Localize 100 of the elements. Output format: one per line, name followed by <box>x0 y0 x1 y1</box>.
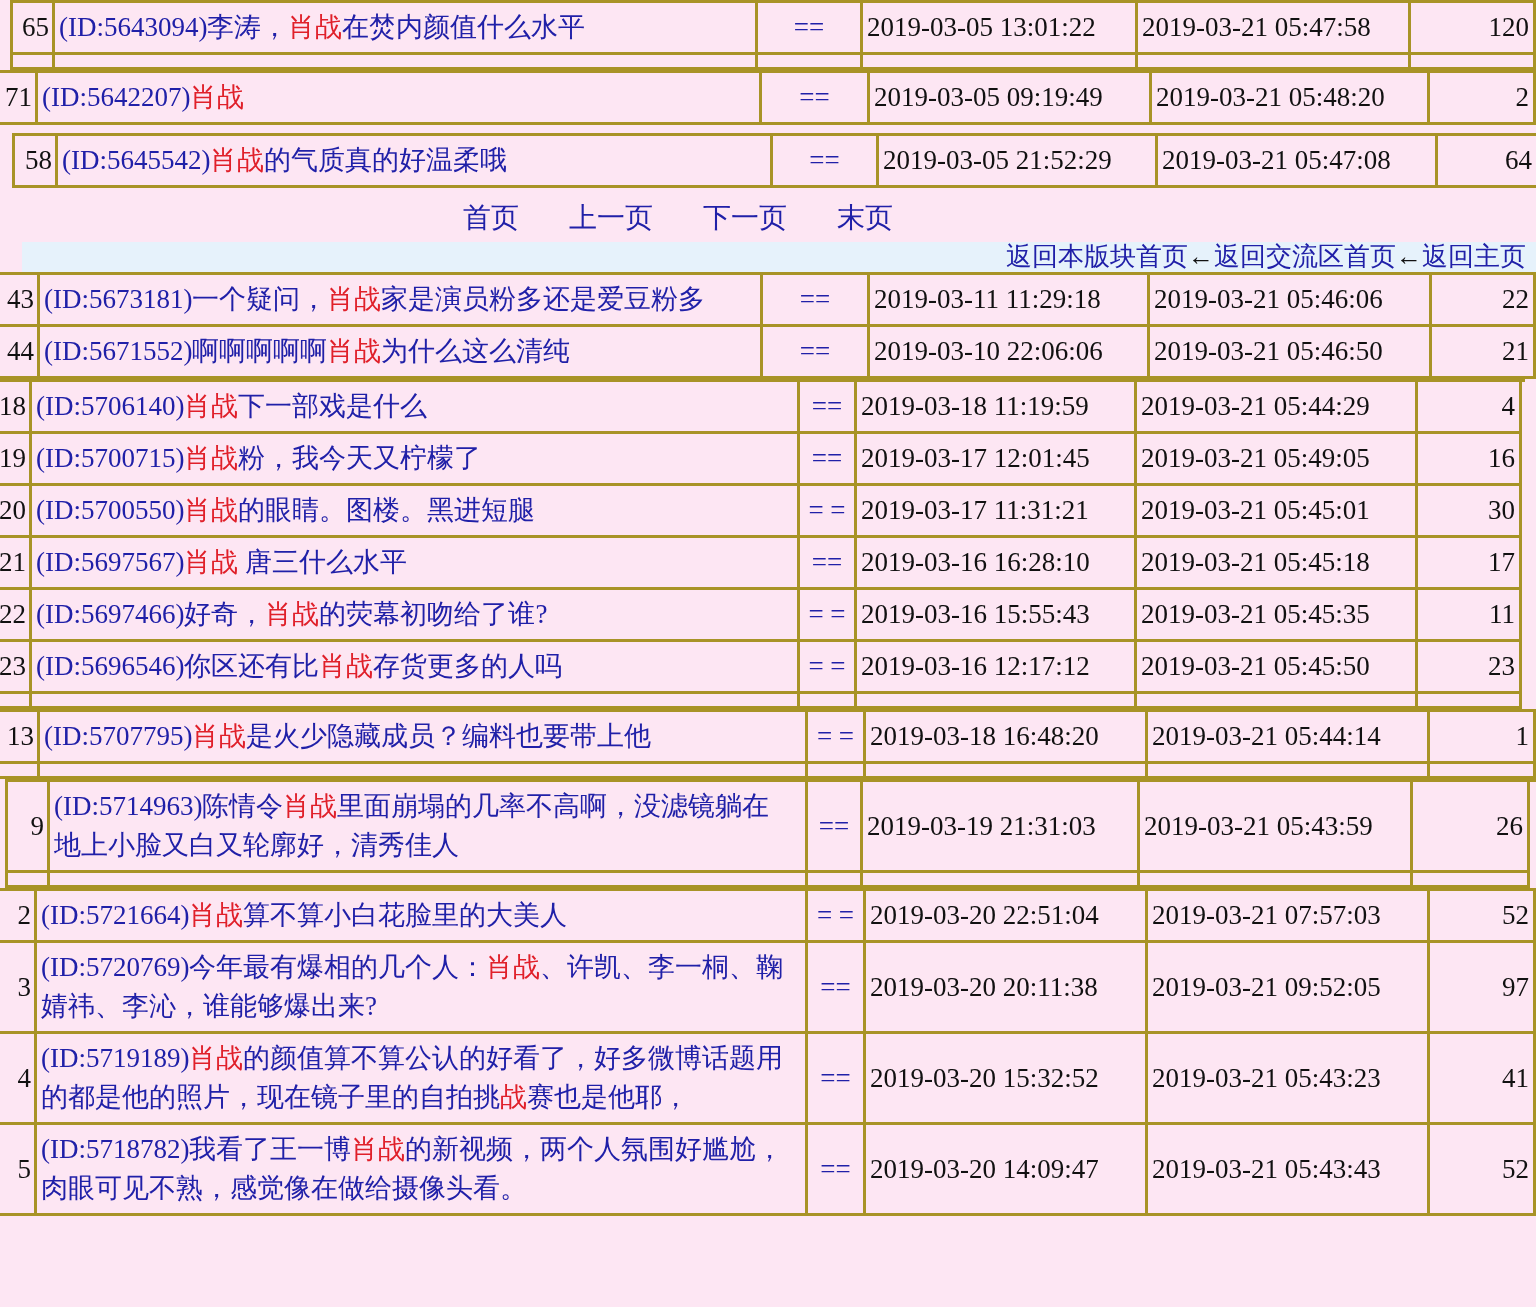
row-number: 43 <box>0 275 40 327</box>
arrow-separator: ← <box>1396 242 1422 272</box>
status-mark: == <box>758 3 863 55</box>
status-mark: == <box>763 275 870 327</box>
reply-time: 2019-03-21 05:47:58 <box>1138 3 1411 55</box>
row-number: 22 <box>0 590 32 642</box>
row-number: 20 <box>0 486 32 538</box>
reply-time: 2019-03-21 07:57:03 <box>1148 891 1430 943</box>
reply-time: 2019-03-21 05:43:23 <box>1148 1034 1430 1125</box>
post-time: 2019-03-20 15:32:52 <box>866 1034 1148 1125</box>
post-time: 2019-03-20 20:11:38 <box>866 943 1148 1034</box>
row-number: 19 <box>0 434 32 486</box>
topic-title-link[interactable]: (ID:5720769)今年最有爆相的几个人：肖战、许凯、李一桐、鞠婧祎、李沁，谁能够爆出来? <box>37 943 808 1034</box>
return-link[interactable]: 返回主页 <box>1422 242 1526 272</box>
row-number: 21 <box>0 538 32 590</box>
topic-title-link[interactable]: (ID:5719189)肖战的颜值算不算公认的好看了，好多微博话题用的都是他的照片，现在镜子里的自拍挑战赛也是他耶， <box>37 1034 808 1125</box>
status-mark: == <box>808 1034 866 1125</box>
status-mark: == <box>800 434 857 486</box>
status-mark: = = <box>808 891 866 943</box>
topic-title-link[interactable]: (ID:5714963)陈情令肖战里面崩塌的几率不高啊，没滤镜躺在地上小脸又白又轮廓好，清秀佳人 <box>50 782 808 873</box>
status-mark: == <box>808 943 866 1034</box>
topic-title-link[interactable]: (ID:5696546)你区还有比肖战存货更多的人吗 <box>32 642 800 694</box>
reply-count: 41 <box>1430 1034 1536 1125</box>
topic-title-link[interactable]: (ID:5700550)肖战的眼睛。图楼。黑进短腿 <box>32 486 800 538</box>
status-mark: = = <box>800 590 857 642</box>
reply-count: 64 <box>1438 136 1536 188</box>
row-number: 5 <box>0 1125 37 1216</box>
pagination-link[interactable]: 首页 <box>463 200 519 236</box>
status-mark: == <box>800 382 857 434</box>
reply-count: 23 <box>1418 642 1522 694</box>
reply-count: 4 <box>1418 382 1522 434</box>
topic-title-link[interactable]: (ID:5707795)肖战是火少隐藏成员？编料也要带上他 <box>40 712 808 764</box>
status-mark: = = <box>800 642 857 694</box>
reply-time: 2019-03-21 05:47:08 <box>1158 136 1438 188</box>
reply-time: 2019-03-21 05:45:50 <box>1137 642 1418 694</box>
post-time: 2019-03-05 09:19:49 <box>870 73 1152 125</box>
post-time: 2019-03-19 21:31:03 <box>863 782 1140 873</box>
topic-title-link[interactable]: (ID:5697567)肖战 唐三什么水平 <box>32 538 800 590</box>
topic-title-link[interactable]: (ID:5645542)肖战的气质真的好温柔哦 <box>58 136 773 188</box>
reply-time: 2019-03-21 05:45:18 <box>1137 538 1418 590</box>
topic-title-link[interactable]: (ID:5697466)好奇，肖战的荧幕初吻给了谁? <box>32 590 800 642</box>
reply-time: 2019-03-21 05:44:29 <box>1137 382 1418 434</box>
reply-time: 2019-03-21 05:43:43 <box>1148 1125 1430 1216</box>
post-time: 2019-03-17 11:31:21 <box>857 486 1137 538</box>
topic-title-link[interactable]: (ID:5706140)肖战下一部戏是什么 <box>32 382 800 434</box>
status-mark: == <box>773 136 879 188</box>
row-number: 4 <box>0 1034 37 1125</box>
post-time: 2019-03-16 12:17:12 <box>857 642 1137 694</box>
reply-time: 2019-03-21 05:49:05 <box>1137 434 1418 486</box>
post-time: 2019-03-18 16:48:20 <box>866 712 1148 764</box>
reply-time: 2019-03-21 05:45:01 <box>1137 486 1418 538</box>
reply-count: 2 <box>1430 73 1536 125</box>
post-time: 2019-03-16 16:28:10 <box>857 538 1137 590</box>
post-time: 2019-03-05 21:52:29 <box>879 136 1158 188</box>
reply-time: 2019-03-21 05:45:35 <box>1137 590 1418 642</box>
topic-title-link[interactable]: (ID:5700715)肖战粉，我今天又柠檬了 <box>32 434 800 486</box>
reply-count: 16 <box>1418 434 1522 486</box>
reply-count: 52 <box>1430 1125 1536 1216</box>
status-mark: == <box>808 782 863 873</box>
reply-count: 52 <box>1430 891 1536 943</box>
topic-title-link[interactable]: (ID:5642207)肖战 <box>38 73 762 125</box>
status-mark: = = <box>800 486 857 538</box>
reply-time: 2019-03-21 09:52:05 <box>1148 943 1430 1034</box>
post-time: 2019-03-20 14:09:47 <box>866 1125 1148 1216</box>
arrow-separator: ← <box>1188 242 1214 272</box>
row-number: 18 <box>0 382 32 434</box>
post-time: 2019-03-20 22:51:04 <box>866 891 1148 943</box>
post-time: 2019-03-05 13:01:22 <box>863 3 1138 55</box>
pagination-link[interactable]: 上一页 <box>569 200 653 236</box>
reply-count: 97 <box>1430 943 1536 1034</box>
reply-count: 30 <box>1418 486 1522 538</box>
row-number: 2 <box>0 891 37 943</box>
reply-count: 26 <box>1413 782 1530 873</box>
topic-title-link[interactable]: (ID:5721664)肖战算不算小白花脸里的大美人 <box>37 891 808 943</box>
reply-time: 2019-03-21 05:48:20 <box>1152 73 1430 125</box>
status-mark: == <box>762 73 870 125</box>
row-number: 23 <box>0 642 32 694</box>
reply-time: 2019-03-21 05:46:06 <box>1150 275 1432 327</box>
post-time: 2019-03-17 12:01:45 <box>857 434 1137 486</box>
reply-count: 120 <box>1411 3 1536 55</box>
reply-count: 1 <box>1430 712 1536 764</box>
row-number: 9 <box>8 782 50 873</box>
topic-title-link[interactable]: (ID:5643094)李涛，肖战在焚内颜值什么水平 <box>55 3 758 55</box>
row-number: 58 <box>15 136 58 188</box>
row-number: 13 <box>0 712 40 764</box>
reply-time: 2019-03-21 05:44:14 <box>1148 712 1430 764</box>
reply-count: 17 <box>1418 538 1522 590</box>
row-number: 71 <box>0 73 38 125</box>
reply-count: 22 <box>1432 275 1536 327</box>
topic-title-link[interactable]: (ID:5673181)一个疑问，肖战家是演员粉多还是爱豆粉多 <box>40 275 763 327</box>
status-mark: == <box>808 1125 866 1216</box>
return-link[interactable]: 返回交流区首页 <box>1214 242 1396 272</box>
row-number: 65 <box>13 3 55 55</box>
pagination-link[interactable]: 末页 <box>837 200 893 236</box>
post-time: 2019-03-18 11:19:59 <box>857 382 1137 434</box>
return-link[interactable]: 返回本版块首页 <box>1006 242 1188 272</box>
row-number: 3 <box>0 943 37 1034</box>
topic-title-link[interactable]: (ID:5718782)我看了王一博肖战的新视频，两个人氛围好尴尬，肉眼可见不熟，感觉像在做给摄像头看。 <box>37 1125 808 1216</box>
status-mark: = = <box>808 712 866 764</box>
pagination-link[interactable]: 下一页 <box>703 200 787 236</box>
